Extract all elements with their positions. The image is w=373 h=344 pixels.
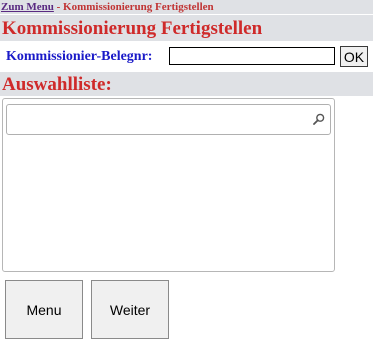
- belegnr-label: Kommissionier-Belegnr:: [6, 49, 153, 64]
- title-bar: Kommissionierung Fertigstellen: [0, 15, 373, 41]
- breadcrumb-separator: -: [53, 1, 64, 13]
- page-title: Kommissionierung Fertigstellen: [2, 18, 263, 39]
- back-to-menu-link[interactable]: Zum Menu: [0, 1, 54, 13]
- breadcrumb-current: Kommissionierung Fertigstellen: [63, 1, 214, 13]
- weiter-button[interactable]: Weiter: [91, 280, 169, 339]
- list-heading: Auswahlliste:: [2, 74, 112, 95]
- ok-button[interactable]: OK: [340, 46, 368, 67]
- search-icon[interactable]: [313, 113, 325, 125]
- menu-button[interactable]: Menu: [5, 280, 83, 339]
- list-heading-bar: Auswahlliste:: [0, 72, 373, 96]
- list-search-box[interactable]: [6, 104, 331, 135]
- list-search-input[interactable]: [11, 110, 311, 131]
- belegnr-input[interactable]: [169, 47, 335, 65]
- selection-list[interactable]: [2, 98, 335, 272]
- breadcrumb: Zum Menu - Kommissionierung Fertigstelle…: [0, 0, 373, 14]
